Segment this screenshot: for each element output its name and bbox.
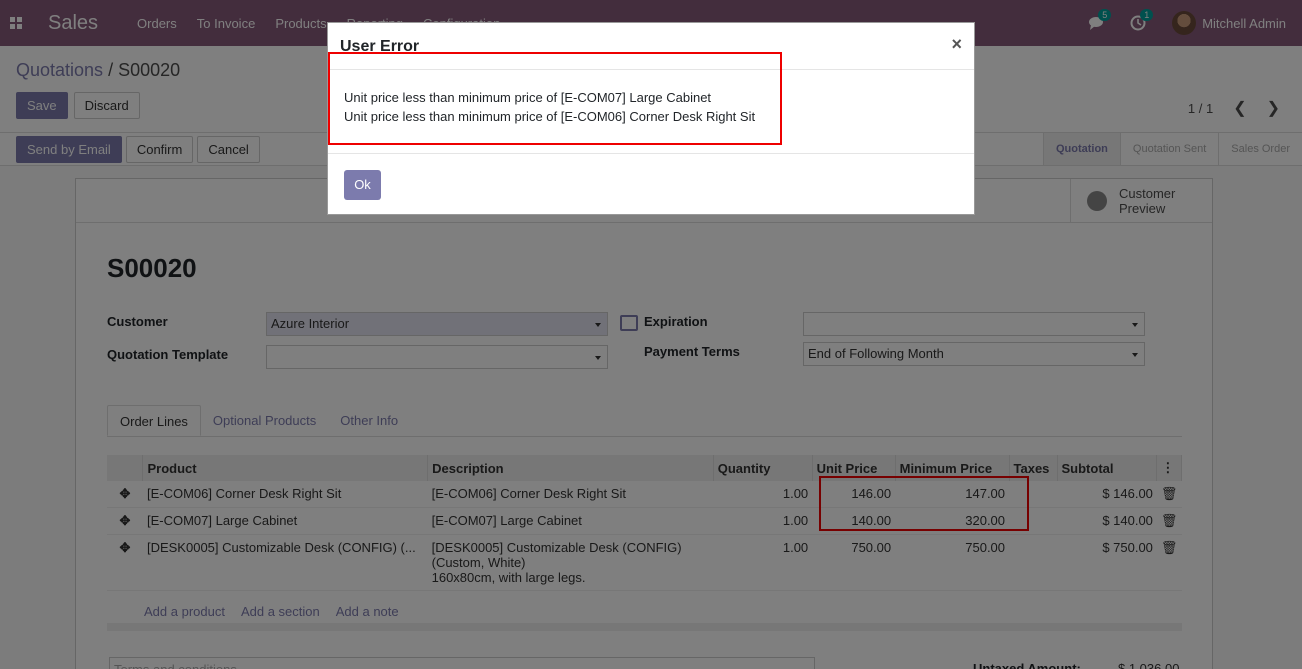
ok-button[interactable]: Ok (344, 170, 381, 200)
error-highlight-box (328, 52, 782, 145)
close-icon[interactable]: × (951, 34, 962, 55)
dialog-footer: Ok (328, 154, 974, 214)
